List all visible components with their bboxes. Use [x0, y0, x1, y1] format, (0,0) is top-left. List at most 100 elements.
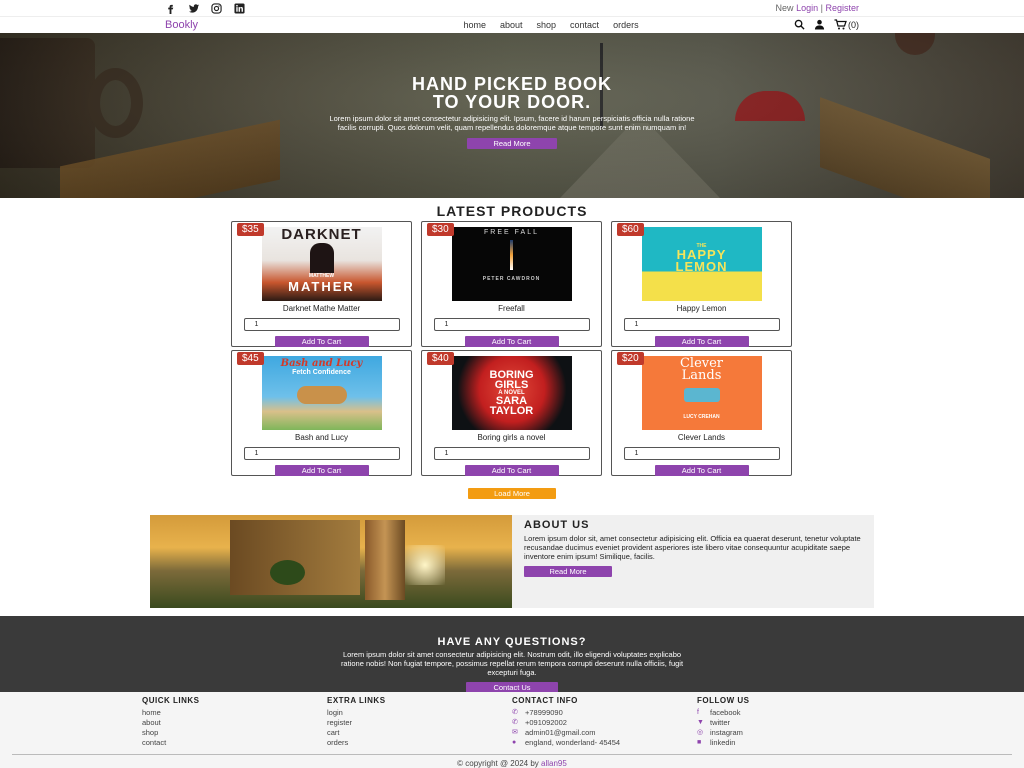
nav-about[interactable]: about: [500, 20, 523, 30]
add-to-cart-button[interactable]: Add To Cart: [274, 336, 369, 347]
footer-address: ● england, wonderland- 45454: [512, 738, 697, 748]
product-card: DARKNET MATTHEW MATHER $35 Darknet Mathe…: [231, 221, 412, 347]
cover-title: Bash and Lucy: [280, 358, 363, 369]
footer-quick-title: QUICK LINKS: [142, 696, 200, 705]
hero-text: Lorem ipsum dolor sit amet consectetur a…: [329, 114, 695, 132]
footer-link-cart[interactable]: cart: [327, 728, 512, 738]
cart-link[interactable]: (0): [834, 18, 859, 32]
add-to-cart-button[interactable]: Add To Cart: [464, 465, 559, 476]
footer-contact-title: CONTACT INFO: [512, 696, 578, 705]
cart-icon: [834, 18, 847, 32]
footer-link-home[interactable]: home: [142, 708, 327, 718]
hero-title-line2: TO YOUR DOOR.: [432, 92, 592, 112]
nav-home[interactable]: home: [463, 20, 486, 30]
cover-title-lands: Lands: [681, 368, 722, 383]
footer-follow-us: FOLLOW US f facebook ▼ twitter ◎ instagram …: [697, 696, 882, 748]
instagram-icon[interactable]: [211, 2, 222, 14]
price-badge: $20: [617, 352, 644, 365]
linkedin-icon[interactable]: [234, 2, 245, 14]
product-name: Boring girls a novel: [477, 433, 546, 442]
footer-extra-title: EXTRA LINKS: [327, 696, 386, 705]
cover-subtitle: Fetch Confidence: [292, 369, 351, 376]
footer-instagram[interactable]: ◎ instagram: [697, 728, 882, 738]
hero-section: HAND PICKED BOOK TO YOUR DOOR. Lorem ips…: [0, 33, 1024, 198]
cover-title: FREE FALL: [484, 228, 539, 236]
footer-contact-info: CONTACT INFO ✆ +78999090 ✆ +091092002 ✉ adm…: [512, 696, 697, 748]
twitter-icon[interactable]: [188, 3, 200, 14]
hero-content: HAND PICKED BOOK TO YOUR DOOR. Lorem ips…: [0, 75, 1024, 151]
quantity-input[interactable]: 1: [623, 318, 780, 331]
product-card: THE HAPPY LEMON $60 Happy Lemon 1 Add To…: [611, 221, 792, 347]
facebook-icon: f: [697, 709, 699, 716]
cover-streak: [510, 239, 513, 270]
hero-read-more-button[interactable]: Read More: [467, 138, 557, 149]
questions-text: Lorem ipsum dolor sit amet consectetur a…: [340, 650, 684, 677]
quantity-input[interactable]: 1: [623, 447, 780, 460]
register-link[interactable]: Register: [825, 3, 859, 13]
cover-title-lemon: LEMON: [675, 259, 728, 274]
instagram-text: instagram: [710, 728, 743, 737]
nav-orders[interactable]: orders: [613, 20, 639, 30]
footer-email[interactable]: ✉ admin01@gmail.com: [512, 728, 697, 738]
cover-author: PETER CAWDRON: [482, 275, 541, 282]
product-name: Darknet Mathe Matter: [282, 304, 361, 313]
footer-link-about[interactable]: about: [142, 718, 327, 728]
facebook-icon[interactable]: [165, 3, 176, 14]
footer-link-orders[interactable]: orders: [327, 738, 512, 748]
footer-facebook[interactable]: f facebook: [697, 708, 882, 718]
user-icon[interactable]: [814, 19, 825, 32]
questions-title: HAVE ANY QUESTIONS?: [437, 636, 587, 648]
footer-quick-links: QUICK LINKS home about shop contact: [142, 696, 327, 748]
add-to-cart-button[interactable]: Add To Cart: [274, 465, 369, 476]
footer-link-login[interactable]: login: [327, 708, 512, 718]
cart-count: (0): [848, 20, 859, 30]
book-cover: Clever Lands LUCY CREHAN: [641, 356, 762, 430]
search-icon[interactable]: [794, 19, 805, 32]
linkedin-icon: ■: [697, 739, 702, 746]
about-text: Lorem ipsum dolor sit, amet consectetur …: [524, 534, 861, 561]
book-cover: BORING GIRLS A NOVEL SARA TAYLOR: [451, 356, 572, 430]
footer-phone-1[interactable]: ✆ +78999090: [512, 708, 697, 718]
about-sun-decor: [405, 545, 445, 585]
twitter-text: twitter: [710, 718, 731, 727]
quantity-input[interactable]: 1: [433, 447, 590, 460]
footer: QUICK LINKS home about shop contact EXTR…: [0, 692, 1024, 768]
logo[interactable]: Bookly: [165, 19, 198, 31]
footer-link-contact[interactable]: contact: [142, 738, 327, 748]
product-card: BORING GIRLS A NOVEL SARA TAYLOR $40 Bor…: [421, 350, 602, 476]
add-to-cart-button[interactable]: Add To Cart: [464, 336, 559, 347]
quantity-input[interactable]: 1: [243, 318, 400, 331]
login-link[interactable]: Login: [796, 3, 818, 13]
footer-link-shop[interactable]: shop: [142, 728, 327, 738]
cover-title: BORING GIRLS: [489, 369, 534, 391]
quantity-input[interactable]: 1: [433, 318, 590, 331]
questions-section: HAVE ANY QUESTIONS? Lorem ipsum dolor si…: [0, 616, 1024, 693]
about-content: ABOUT US Lorem ipsum dolor sit, amet con…: [512, 515, 874, 608]
footer-phone-2[interactable]: ✆ +091092002: [512, 718, 697, 728]
phone-2-text: +091092002: [525, 718, 567, 727]
auth-separator: |: [820, 3, 823, 13]
price-badge: $35: [237, 223, 264, 236]
cover-figure: [309, 243, 334, 273]
footer-linkedin[interactable]: ■ linkedin: [697, 738, 882, 748]
product-name: Happy Lemon: [676, 304, 727, 313]
copyright-text: © copyright @ 2024 by: [457, 759, 539, 768]
add-to-cart-button[interactable]: Add To Cart: [654, 336, 749, 347]
nav-shop[interactable]: shop: [537, 20, 557, 30]
add-to-cart-button[interactable]: Add To Cart: [654, 465, 749, 476]
cover-author: SARA TAYLOR: [489, 395, 534, 417]
navbar: Bookly home about shop contact orders (0…: [0, 16, 1024, 33]
email-text: admin01@gmail.com: [525, 728, 596, 737]
cover-author-last: MATHER: [288, 279, 355, 294]
quantity-input[interactable]: 1: [243, 447, 400, 460]
products-grid: DARKNET MATTHEW MATHER $35 Darknet Mathe…: [231, 221, 793, 476]
footer-twitter[interactable]: ▼ twitter: [697, 718, 882, 728]
linkedin-text: linkedin: [710, 738, 736, 747]
product-name: Clever Lands: [677, 433, 726, 442]
nav-contact[interactable]: contact: [570, 20, 599, 30]
load-more-button[interactable]: Load More: [468, 488, 556, 499]
footer-link-register[interactable]: register: [327, 718, 512, 728]
copyright-author[interactable]: allan95: [541, 759, 567, 768]
envelope-icon: ✉: [512, 729, 518, 736]
about-read-more-button[interactable]: Read More: [524, 566, 612, 577]
